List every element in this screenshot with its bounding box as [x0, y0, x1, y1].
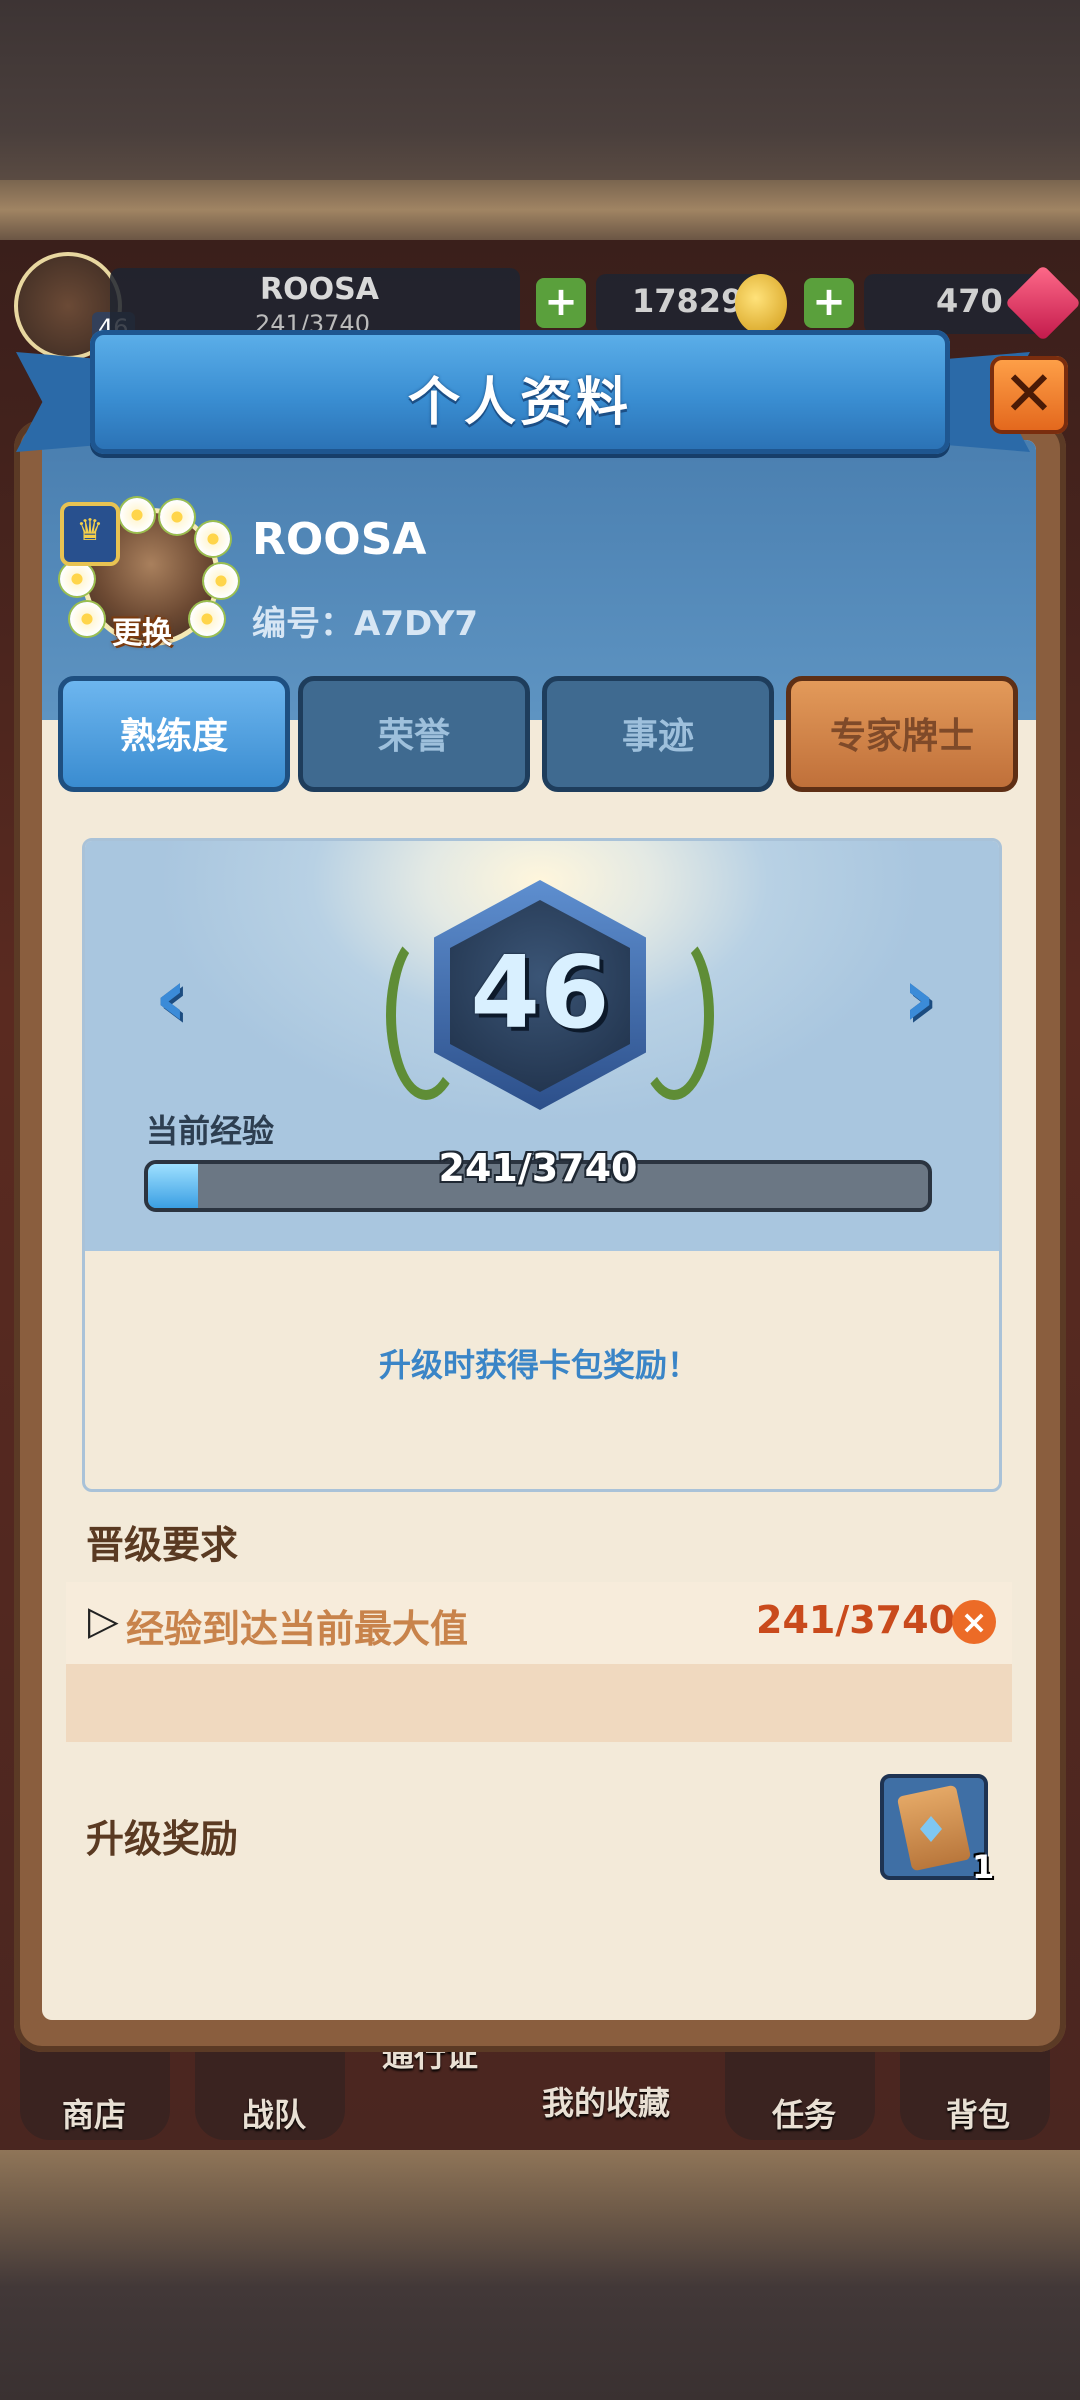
rewards-title: 升级奖励 — [86, 1817, 239, 1861]
requirements-title: 晋级要求 — [86, 1523, 239, 1567]
close-button[interactable]: ✕ — [990, 356, 1068, 434]
chevron-left-icon[interactable]: ‹ — [146, 958, 196, 1038]
background-band — [0, 180, 1080, 240]
play-arrow-icon: ▷ — [88, 1598, 119, 1644]
flower-icon — [160, 500, 194, 534]
nav-item-shop[interactable]: 商店 — [62, 2090, 126, 2136]
tab-expert-player[interactable]: 专家牌士 — [786, 676, 1018, 792]
add-gems-button[interactable]: + — [804, 278, 854, 328]
add-coins-button[interactable]: + — [536, 278, 586, 328]
nav-item-collection[interactable]: 我的收藏 — [542, 2078, 670, 2124]
level-number: 46 — [470, 934, 610, 1051]
nav-item-quests[interactable]: 任务 — [772, 2090, 836, 2136]
close-icon: ✕ — [1003, 357, 1055, 430]
flower-icon — [120, 498, 154, 532]
player-name: ROOSA — [252, 514, 427, 565]
title-ribbon: 个人资料 — [90, 330, 950, 454]
nav-item-bag[interactable]: 背包 — [946, 2090, 1010, 2136]
background-bottom — [0, 2150, 1080, 2400]
laurel-right-icon — [634, 930, 714, 1100]
requirement-value: 241/3740 — [756, 1598, 955, 1642]
flower-icon — [196, 522, 230, 556]
flower-icon — [190, 602, 224, 636]
crown-badge-icon: ♛ — [60, 502, 120, 566]
requirement-text: 经验到达当前最大值 — [126, 1607, 469, 1651]
dialog-title: 个人资料 — [407, 373, 632, 433]
tab-proficiency[interactable]: 熟练度 — [58, 676, 290, 792]
reward-note: 升级时获得卡包奖励！ — [378, 1346, 699, 1384]
topbar-player-name: ROOSA — [260, 272, 379, 307]
cross-icon: × — [952, 1600, 996, 1644]
exp-progress-text: 241/3740 — [438, 1146, 638, 1190]
reward-count: 1 — [972, 1848, 995, 1886]
nav-item-team[interactable]: 战队 — [242, 2090, 306, 2136]
chevron-right-icon[interactable]: › — [894, 958, 944, 1038]
flower-icon — [204, 564, 238, 598]
tab-honor[interactable]: 荣誉 — [298, 676, 530, 792]
tab-deeds[interactable]: 事迹 — [542, 676, 774, 792]
change-avatar-label[interactable]: 更换 — [112, 608, 172, 652]
flower-icon — [60, 562, 94, 596]
player-avatar[interactable]: ♛ 更换 — [60, 498, 238, 652]
requirement-row-empty — [66, 1664, 1012, 1742]
coin-icon — [735, 274, 787, 334]
gems-value: 470 — [936, 282, 1003, 320]
coins-value: 17829 — [632, 282, 744, 320]
flower-icon — [70, 602, 104, 636]
player-id: 编号：A7DY7 — [252, 604, 478, 644]
